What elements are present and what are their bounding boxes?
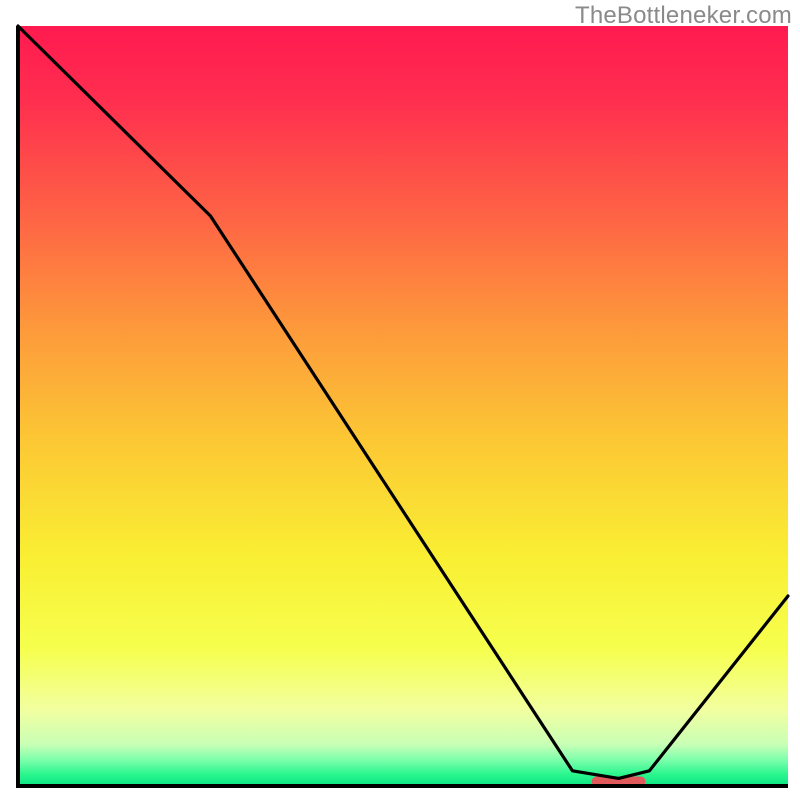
bottleneck-chart (0, 0, 800, 800)
chart-container: TheBottleneker.com (0, 0, 800, 800)
watermark-text: TheBottleneker.com (575, 2, 792, 30)
